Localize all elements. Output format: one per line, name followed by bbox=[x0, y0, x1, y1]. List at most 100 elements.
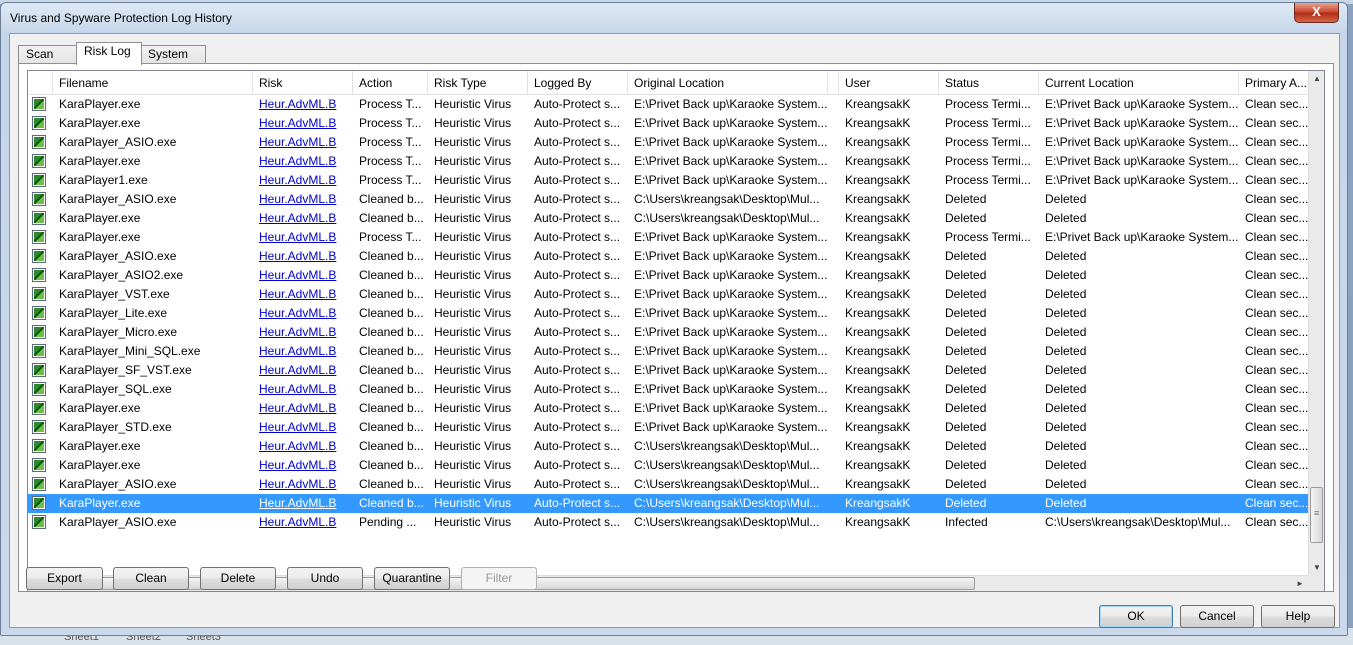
risk-link[interactable]: Heur.AdvML.B bbox=[259, 515, 336, 529]
risk-type-text: Heuristic Virus bbox=[434, 401, 512, 415]
table-row[interactable]: KaraPlayer_ASIO.exe Heur.AdvML.B Pending .… bbox=[28, 513, 1310, 532]
table-row[interactable]: KaraPlayer.exe Heur.AdvML.B Process T... He… bbox=[28, 114, 1310, 133]
risk-link[interactable]: Heur.AdvML.B bbox=[259, 420, 336, 434]
row-status-cell bbox=[28, 171, 53, 190]
table-row[interactable]: KaraPlayer_STD.exe Heur.AdvML.B Cleaned b.… bbox=[28, 418, 1310, 437]
user-text: KreangsakK bbox=[845, 363, 911, 377]
row-status-cell bbox=[28, 418, 53, 437]
risk-link[interactable]: Heur.AdvML.B bbox=[259, 211, 336, 225]
column-header-primary-action[interactable]: Primary A... bbox=[1239, 71, 1310, 95]
tab-system-log[interactable]: System Log bbox=[140, 45, 206, 78]
primary-action-cell: Clean sec... bbox=[1239, 285, 1310, 304]
table-row[interactable]: KaraPlayer_ASIO.exe Heur.AdvML.B Cleaned b… bbox=[28, 190, 1310, 209]
column-header-original-location[interactable]: Original Location bbox=[628, 71, 828, 95]
table-row[interactable]: KaraPlayer_SF_VST.exe Heur.AdvML.B Cleaned… bbox=[28, 361, 1310, 380]
table-row[interactable]: KaraPlayer_ASIO.exe Heur.AdvML.B Process T… bbox=[28, 133, 1310, 152]
action-text: Cleaned b... bbox=[359, 192, 424, 206]
table-row[interactable]: KaraPlayer.exe Heur.AdvML.B Process T... He… bbox=[28, 152, 1310, 171]
column-header-user[interactable]: User bbox=[839, 71, 939, 95]
column-header-risk[interactable]: Risk bbox=[253, 71, 353, 95]
risk-link[interactable]: Heur.AdvML.B bbox=[259, 458, 336, 472]
tab-scan-log[interactable]: Scan Log bbox=[18, 45, 78, 78]
column-header-filename[interactable]: Filename bbox=[53, 71, 253, 95]
risk-link[interactable]: Heur.AdvML.B bbox=[259, 154, 336, 168]
risk-link[interactable]: Heur.AdvML.B bbox=[259, 230, 336, 244]
table-row[interactable]: KaraPlayer_VST.exe Heur.AdvML.B Cleaned b.… bbox=[28, 285, 1310, 304]
detection-file-icon bbox=[32, 439, 46, 453]
table-row[interactable]: KaraPlayer.exe Heur.AdvML.B Cleaned b... He… bbox=[28, 456, 1310, 475]
original-location-cell: C:\Users\kreangsak\Desktop\Mul... bbox=[628, 513, 828, 532]
table-row[interactable]: KaraPlayer.exe Heur.AdvML.B Cleaned b... He… bbox=[28, 209, 1310, 228]
current-location-cell: Deleted bbox=[1039, 456, 1239, 475]
risk-type-text: Heuristic Virus bbox=[434, 477, 512, 491]
table-row[interactable]: KaraPlayer.exe Heur.AdvML.B Cleaned b... He… bbox=[28, 437, 1310, 456]
row-status-cell bbox=[28, 361, 53, 380]
risk-link[interactable]: Heur.AdvML.B bbox=[259, 401, 336, 415]
risk-link[interactable]: Heur.AdvML.B bbox=[259, 173, 336, 187]
help-button[interactable]: Help bbox=[1261, 605, 1335, 628]
ok-button[interactable]: OK bbox=[1099, 605, 1173, 628]
undo-button[interactable]: Undo bbox=[287, 567, 363, 590]
risk-link[interactable]: Heur.AdvML.B bbox=[259, 192, 336, 206]
vertical-scroll-thumb[interactable]: ≡ bbox=[1310, 487, 1323, 543]
risk-log-table[interactable]: Filename Risk Action Risk Type Logged By… bbox=[27, 70, 1325, 592]
tab-risk-log[interactable]: Risk Log bbox=[76, 42, 142, 65]
column-header-logged-by[interactable]: Logged By bbox=[528, 71, 628, 95]
risk-link[interactable]: Heur.AdvML.B bbox=[259, 496, 336, 510]
export-button[interactable]: Export bbox=[26, 567, 103, 590]
blank-cell bbox=[828, 190, 839, 209]
logged-by-text: Auto-Protect s... bbox=[534, 192, 621, 206]
risk-link[interactable]: Heur.AdvML.B bbox=[259, 439, 336, 453]
scroll-down-arrow-icon[interactable]: ▼ bbox=[1309, 560, 1324, 576]
close-button[interactable]: X bbox=[1294, 3, 1339, 23]
filename-text: KaraPlayer.exe bbox=[59, 401, 141, 415]
filename-cell: KaraPlayer.exe bbox=[53, 114, 253, 133]
risk-link[interactable]: Heur.AdvML.B bbox=[259, 287, 336, 301]
column-header-current-location[interactable]: Current Location bbox=[1039, 71, 1239, 95]
table-row[interactable]: KaraPlayer_ASIO.exe Heur.AdvML.B Cleaned b… bbox=[28, 475, 1310, 494]
risk-link[interactable]: Heur.AdvML.B bbox=[259, 97, 336, 111]
risk-link[interactable]: Heur.AdvML.B bbox=[259, 477, 336, 491]
row-status-cell bbox=[28, 399, 53, 418]
risk-link[interactable]: Heur.AdvML.B bbox=[259, 268, 336, 282]
table-row[interactable]: KaraPlayer.exe Heur.AdvML.B Cleaned b... He… bbox=[28, 494, 1310, 513]
table-row[interactable]: KaraPlayer1.exe Heur.AdvML.B Process T... H… bbox=[28, 171, 1310, 190]
risk-link[interactable]: Heur.AdvML.B bbox=[259, 363, 336, 377]
cancel-button[interactable]: Cancel bbox=[1180, 605, 1254, 628]
blank-cell bbox=[828, 152, 839, 171]
vertical-scrollbar[interactable]: ▲ ≡ ▼ bbox=[1308, 71, 1324, 576]
clean-button[interactable]: Clean bbox=[113, 567, 189, 590]
quarantine-button[interactable]: Quarantine bbox=[374, 567, 450, 590]
risk-link[interactable]: Heur.AdvML.B bbox=[259, 325, 336, 339]
table-row[interactable]: KaraPlayer_ASIO2.exe Heur.AdvML.B Cleaned … bbox=[28, 266, 1310, 285]
table-row[interactable]: KaraPlayer_Mini_SQL.exe Heur.AdvML.B Clean… bbox=[28, 342, 1310, 361]
column-header-status[interactable]: Status bbox=[939, 71, 1039, 95]
risk-type-cell: Heuristic Virus bbox=[428, 266, 528, 285]
table-row[interactable]: KaraPlayer_Lite.exe Heur.AdvML.B Cleaned b… bbox=[28, 304, 1310, 323]
column-header-risk-type[interactable]: Risk Type bbox=[428, 71, 528, 95]
delete-button[interactable]: Delete bbox=[200, 567, 276, 590]
original-location-text: E:\Privet Back up\Karaoke System... bbox=[634, 249, 828, 263]
table-row[interactable]: KaraPlayer.exe Heur.AdvML.B Process T... He… bbox=[28, 228, 1310, 247]
table-row[interactable]: KaraPlayer_SQL.exe Heur.AdvML.B Cleaned b.… bbox=[28, 380, 1310, 399]
column-header-action[interactable]: Action bbox=[353, 71, 428, 95]
status-cell: Process Termi... bbox=[939, 171, 1039, 190]
primary-action-text: Clean sec... bbox=[1245, 344, 1309, 358]
risk-link[interactable]: Heur.AdvML.B bbox=[259, 344, 336, 358]
scroll-up-arrow-icon[interactable]: ▲ bbox=[1309, 71, 1324, 87]
table-row[interactable]: KaraPlayer.exe Heur.AdvML.B Process T... He… bbox=[28, 95, 1310, 114]
risk-link[interactable]: Heur.AdvML.B bbox=[259, 135, 336, 149]
risk-link[interactable]: Heur.AdvML.B bbox=[259, 116, 336, 130]
column-header-blank[interactable] bbox=[828, 71, 839, 95]
column-header-icon[interactable] bbox=[28, 71, 53, 95]
risk-link[interactable]: Heur.AdvML.B bbox=[259, 382, 336, 396]
scroll-right-arrow-icon[interactable]: ► bbox=[1292, 576, 1308, 591]
row-status-cell bbox=[28, 342, 53, 361]
risk-link[interactable]: Heur.AdvML.B bbox=[259, 249, 336, 263]
table-row[interactable]: KaraPlayer.exe Heur.AdvML.B Cleaned b... He… bbox=[28, 399, 1310, 418]
risk-link[interactable]: Heur.AdvML.B bbox=[259, 306, 336, 320]
table-row[interactable]: KaraPlayer_ASIO.exe Heur.AdvML.B Cleaned b… bbox=[28, 247, 1310, 266]
original-location-cell: C:\Users\kreangsak\Desktop\Mul... bbox=[628, 209, 828, 228]
blank-cell bbox=[828, 380, 839, 399]
table-row[interactable]: KaraPlayer_Micro.exe Heur.AdvML.B Cleaned … bbox=[28, 323, 1310, 342]
